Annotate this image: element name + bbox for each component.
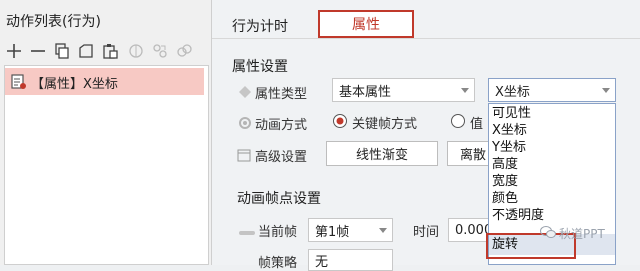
dropdown-option[interactable]: 宽度 [492, 173, 518, 190]
diamond-icon [238, 85, 252, 99]
remove-icon[interactable] [29, 42, 47, 60]
property-item-icon [11, 74, 26, 93]
value-radio[interactable] [450, 113, 466, 133]
dropdown-option[interactable]: 可见性 [492, 105, 531, 122]
attribute-select[interactable]: X坐标 [488, 78, 616, 102]
time-label: 时间 [413, 225, 440, 240]
tab-timer[interactable]: 行为计时 [232, 16, 288, 36]
tab-divider [212, 38, 640, 39]
current-frame-value: 第1帧 [315, 224, 350, 240]
paste-icon[interactable] [101, 42, 119, 60]
chevron-down-icon [602, 88, 610, 93]
watermark-text: 秋道PPT [559, 227, 605, 241]
slider-icon [239, 226, 255, 241]
keyframe-radio[interactable] [332, 113, 348, 133]
property-type-value: 基本属性 [339, 84, 392, 100]
value-radio-label: 值 [470, 117, 484, 132]
list-item-label: 【属性】X坐标 [31, 77, 118, 92]
property-type-select[interactable]: 基本属性 [332, 78, 475, 102]
tab-property[interactable]: 属性 [318, 10, 414, 38]
disabled-icon-1 [127, 42, 145, 60]
dropdown-option[interactable]: 颜色 [492, 190, 518, 207]
calendar-icon [237, 148, 251, 162]
dropdown-option[interactable]: 不透明度 [492, 207, 544, 224]
current-frame-label: 当前帧 [258, 225, 298, 240]
frame-strategy-label: 帧策略 [258, 256, 298, 271]
chevron-down-icon [379, 228, 387, 233]
disabled-icon-2 [151, 42, 169, 60]
dropdown-option[interactable]: Y坐标 [492, 139, 526, 156]
animation-mode-label: 动画方式 [255, 118, 308, 133]
disabled-icon-3 [175, 42, 193, 60]
dropdown-option[interactable]: X坐标 [492, 122, 527, 139]
action-list[interactable] [4, 65, 209, 265]
action-list-title: 动作列表(行为) [6, 14, 101, 30]
dropdown-option[interactable]: 高度 [492, 156, 518, 173]
folder-icon[interactable] [77, 42, 95, 60]
advanced-settings-label: 高级设置 [255, 150, 308, 165]
frame-strategy-select[interactable]: 无 [308, 249, 393, 271]
copy-icon[interactable] [53, 42, 71, 60]
add-icon[interactable] [5, 42, 23, 60]
linear-gradient-button[interactable]: 线性渐变 [326, 141, 438, 166]
keyframe-settings-title: 动画帧点设置 [237, 191, 321, 207]
wechat-icon [540, 225, 556, 242]
attribute-value: X坐标 [495, 84, 530, 100]
chevron-down-icon [461, 88, 469, 93]
property-settings-title: 属性设置 [232, 59, 288, 75]
watermark: 秋道PPT [540, 225, 605, 242]
frame-strategy-value: 无 [315, 254, 329, 270]
animation-icon [238, 116, 252, 130]
list-item[interactable]: 【属性】X坐标 [5, 68, 204, 95]
keyframe-radio-label: 关键帧方式 [352, 117, 418, 132]
property-type-label: 属性类型 [255, 87, 308, 102]
current-frame-select[interactable]: 第1帧 [308, 218, 393, 242]
